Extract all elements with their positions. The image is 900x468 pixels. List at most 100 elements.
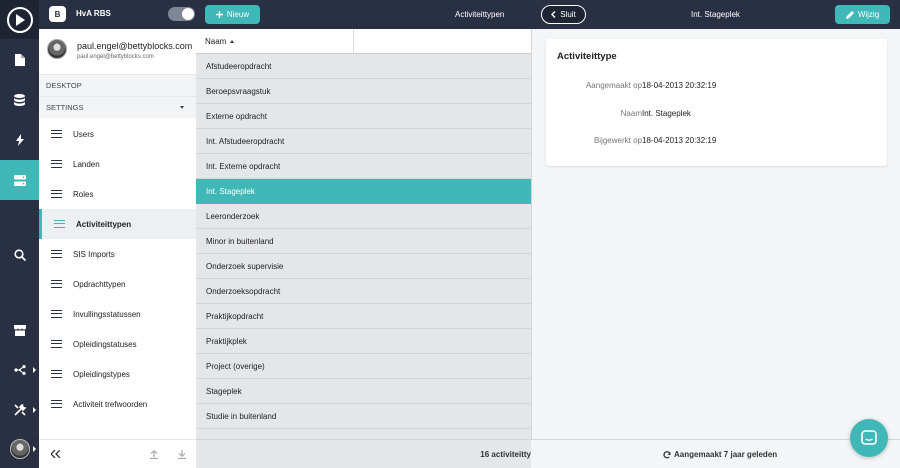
created-text: Aangemaakt 7 jaar geleden	[674, 450, 778, 459]
plus-icon	[215, 11, 223, 18]
column-divider	[353, 29, 354, 54]
collapse-icon[interactable]	[51, 450, 60, 458]
store-icon[interactable]	[0, 310, 39, 350]
list-icon	[51, 399, 62, 409]
table-row[interactable]: Int. Stageplek	[196, 179, 531, 204]
close-button-label: Sluit	[560, 10, 576, 19]
lightning-icon[interactable]	[0, 120, 39, 160]
app-logo[interactable]: B	[49, 6, 66, 22]
table-row[interactable]: Praktijkplek	[196, 329, 531, 354]
database-icon[interactable]	[0, 80, 39, 120]
section-desktop[interactable]: DESKTOP	[39, 74, 196, 96]
table-row[interactable]: Externe opdracht	[196, 104, 531, 129]
caret-right-icon	[33, 407, 36, 413]
new-button[interactable]: Nieuw	[205, 5, 260, 24]
pencil-icon	[845, 10, 854, 19]
table-row[interactable]: Afstudeeropdracht	[196, 54, 531, 79]
list-icon	[51, 339, 62, 349]
table-row[interactable]: Leeronderzoek	[196, 204, 531, 229]
mode-toggle[interactable]	[168, 7, 195, 21]
detail-footer: Aangemaakt 7 jaar geleden	[531, 439, 900, 468]
chat-icon	[861, 430, 877, 445]
record-card: Activiteittype Aangemaakt op 18-04-2013 …	[546, 39, 887, 166]
sidebar-item-label: Landen	[73, 159, 100, 169]
play-icon	[6, 6, 33, 33]
table-row[interactable]: Int. Afstudeeropdracht	[196, 129, 531, 154]
avatar	[9, 439, 30, 459]
user-avatar-button[interactable]	[0, 429, 39, 468]
sidebar-item[interactable]: Invullingsstatussen	[39, 299, 196, 329]
caret-right-icon	[33, 367, 36, 373]
new-button-label: Nieuw	[226, 10, 250, 19]
close-button[interactable]: Sluit	[541, 5, 586, 24]
sidebar-item[interactable]: Activiteit trefwoorden	[39, 389, 196, 419]
chat-button[interactable]	[850, 419, 888, 457]
sidebar-item[interactable]: Opdrachttypen	[39, 269, 196, 299]
file-icon[interactable]	[0, 40, 39, 80]
list-icon	[51, 129, 62, 139]
chevron-left-icon	[551, 11, 556, 18]
list-icon	[51, 249, 62, 259]
table-row[interactable]: Stageplek	[196, 379, 531, 404]
created-info: Aangemaakt 7 jaar geleden	[663, 450, 777, 459]
sidebar-item[interactable]: Users	[39, 119, 196, 149]
edit-button[interactable]: Wijzig	[835, 5, 890, 24]
table-row[interactable]: Onderzoek supervisie	[196, 254, 531, 279]
detail-title: Int. Stageplek	[691, 10, 740, 19]
detail-top-bar: Sluit Int. Stageplek Wijzig	[531, 0, 900, 29]
tools-icon[interactable]	[0, 390, 39, 430]
field-label-name: Naam	[620, 109, 642, 118]
table-row[interactable]: Int. Externe opdracht	[196, 154, 531, 179]
sidebar-footer	[39, 439, 196, 468]
table-row[interactable]: Studie in buitenland	[196, 404, 531, 429]
table-row[interactable]: Beroepsvraagstuk	[196, 79, 531, 104]
sidebar-item[interactable]: Opleidingstatuses	[39, 329, 196, 359]
sidebar-item[interactable]: Opleidingstypes	[39, 359, 196, 389]
chevron-down-icon	[180, 106, 184, 109]
user-name: paul.engel@bettyblocks.com	[77, 41, 193, 51]
field-value-created: 18-04-2013 20:32:19	[642, 81, 717, 90]
list-header: Naam	[196, 29, 531, 54]
sort-ascending-icon	[230, 40, 235, 44]
column-name-label: Naam	[205, 37, 227, 46]
user-email: paul.engel@bettyblocks.com	[77, 54, 154, 60]
sidebar-item-label: Roles	[73, 189, 94, 199]
table-row[interactable]: Onderzoeksopdracht	[196, 279, 531, 304]
search-icon[interactable]	[0, 235, 39, 275]
sidebar-item-label: SIS Imports	[73, 249, 115, 259]
field-label-updated: Bijgewerkt op	[593, 136, 642, 145]
table-row[interactable]: Praktijkopdracht	[196, 304, 531, 329]
field-value-updated: 18-04-2013 20:32:19	[642, 136, 717, 145]
list-icon	[51, 369, 62, 379]
section-settings[interactable]: SETTINGS	[39, 96, 196, 118]
table-row[interactable]: Minor in buitenland	[196, 229, 531, 254]
refresh-icon	[663, 450, 671, 458]
detail-panel: Activiteittype Aangemaakt op 18-04-2013 …	[531, 29, 900, 439]
sidebar-item-label: Invullingsstatussen	[73, 309, 141, 319]
records-list: Naam Afstudeeropdracht Beroepsvraagstuk Ex…	[196, 29, 531, 439]
sidebar-item-label: Activiteit trefwoorden	[73, 399, 148, 409]
table-row[interactable]: Project (overige)	[196, 354, 531, 379]
section-settings-label: SETTINGS	[46, 103, 84, 112]
sidebar-item-label: Activiteittypen	[76, 219, 132, 229]
list-icon	[51, 189, 62, 199]
sidebar-item[interactable]: Landen	[39, 149, 196, 179]
sidebar: paul.engel@bettyblocks.com paul.engel@be…	[39, 29, 196, 439]
play-button[interactable]	[0, 0, 39, 39]
toggle-knob	[182, 8, 194, 20]
share-icon[interactable]	[0, 350, 39, 390]
column-name-header[interactable]: Naam	[205, 37, 235, 46]
sidebar-item[interactable]: Activiteittypen	[39, 209, 196, 239]
sidebar-item[interactable]: Roles	[39, 179, 196, 209]
edit-button-label: Wijzig	[857, 10, 880, 19]
list-icon	[51, 309, 62, 319]
sidebar-item-label: Users	[73, 129, 94, 139]
list-icon	[51, 159, 62, 169]
left-rail	[0, 29, 39, 468]
user-avatar	[47, 39, 67, 59]
upload-icon[interactable]	[150, 450, 158, 459]
sidebar-item-label: Opleidingstatuses	[73, 339, 137, 349]
download-icon[interactable]	[178, 450, 186, 459]
sidebar-item[interactable]: SIS Imports	[39, 239, 196, 269]
server-icon[interactable]	[0, 160, 39, 200]
